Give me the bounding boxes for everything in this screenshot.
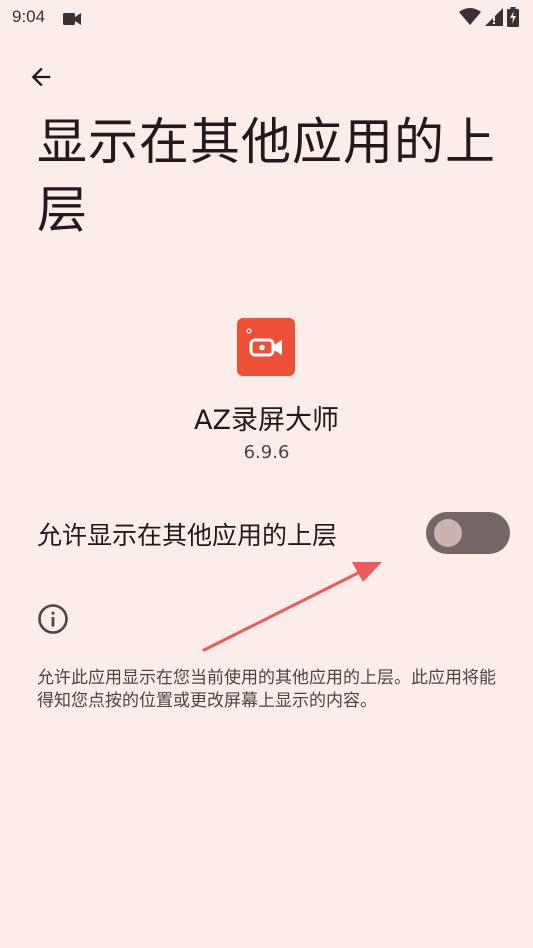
status-time: 9:04: [12, 7, 46, 26]
overlay-permission-switch[interactable]: [426, 512, 510, 554]
video-camera-icon: [63, 11, 81, 30]
permission-description: 允许此应用显示在您当前使用的其他应用的上层。此应用将能得知您点按的位置或更改屏幕…: [37, 668, 496, 711]
switch-thumb: [434, 519, 462, 547]
app-version: 6.9.6: [243, 442, 290, 463]
settings-screen: 9:04 显示在其他应用的上层 AZ录屏大师 6.9.6 允许显示在其他应用的上…: [0, 0, 533, 948]
info-icon: [37, 603, 69, 639]
signal-icon: [485, 8, 503, 30]
app-name: AZ录屏大师: [194, 405, 339, 436]
overlay-permission-label: 允许显示在其他应用的上层: [37, 521, 338, 550]
back-button[interactable]: [24, 60, 58, 94]
arrow-left-icon: [31, 67, 51, 87]
status-bar: 9:04: [0, 0, 533, 36]
screen-recorder-app-icon: [237, 318, 295, 376]
battery-charging-icon: [507, 7, 519, 31]
wifi-icon: [459, 8, 481, 30]
page-title: 显示在其他应用的上层: [37, 113, 496, 239]
overlay-permission-row[interactable]: 允许显示在其他应用的上层: [0, 506, 533, 562]
status-icons: [459, 7, 519, 31]
